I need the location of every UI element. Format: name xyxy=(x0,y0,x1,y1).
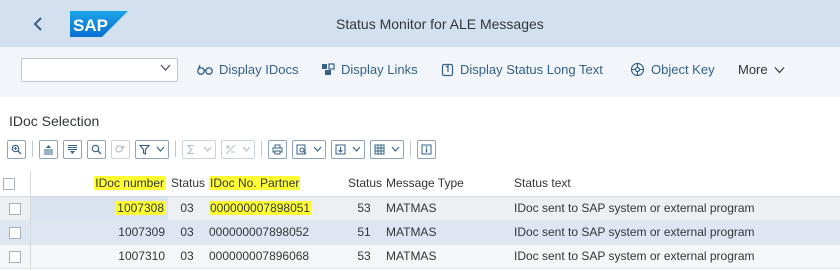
idoc-number-cell[interactable]: 1007309 xyxy=(30,220,168,244)
page-title: Status Monitor for ALE Messages xyxy=(336,16,544,32)
more-button[interactable]: More xyxy=(738,62,785,77)
long-text-icon xyxy=(441,63,454,76)
variant-select[interactable] xyxy=(21,58,178,82)
row-checkbox[interactable] xyxy=(8,202,21,215)
status-cell[interactable]: 03 xyxy=(168,220,206,244)
idoc-number-cell[interactable]: 1007310 xyxy=(30,244,168,268)
separator xyxy=(410,141,411,157)
filter-icon[interactable] xyxy=(135,139,169,159)
find-icon[interactable] xyxy=(87,139,106,159)
status-text-cell[interactable]: IDoc sent to SAP system or external prog… xyxy=(511,196,840,220)
chevron-down-icon xyxy=(313,146,322,152)
column-header-idoc-no-partner[interactable]: IDoc No. Partner xyxy=(206,171,345,197)
chevron-down-icon xyxy=(160,62,171,76)
shell-header: SAP Status Monitor for ALE Messages xyxy=(0,0,840,47)
table-row[interactable]: 1007308 03 000000007898051 53 MATMAS IDo… xyxy=(0,196,840,220)
column-header-partner-status[interactable]: Status xyxy=(345,171,383,197)
separator xyxy=(175,141,176,157)
table-row[interactable]: 1007309 03 000000007898052 51 MATMAS IDo… xyxy=(0,220,840,244)
message-type-cell[interactable]: MATMAS xyxy=(383,244,511,268)
chevron-down-icon xyxy=(391,146,400,152)
layout-icon[interactable] xyxy=(370,139,404,159)
partner-status-cell[interactable]: 53 xyxy=(345,196,383,220)
idoc-no-partner-cell[interactable]: 000000007896068 xyxy=(206,244,345,268)
row-select-cell[interactable] xyxy=(0,196,31,220)
column-header-status[interactable]: Status xyxy=(168,171,206,197)
section-title: IDoc Selection xyxy=(9,113,100,129)
links-icon xyxy=(322,63,335,75)
object-key-button[interactable]: Object Key xyxy=(630,62,715,77)
display-links-button[interactable]: Display Links xyxy=(321,62,418,77)
app-toolbar: Display IDocs Display Links Display Stat… xyxy=(0,47,840,97)
separator xyxy=(32,141,33,157)
row-checkbox[interactable] xyxy=(8,226,21,239)
print-icon[interactable] xyxy=(268,139,287,159)
chevron-down-icon xyxy=(774,66,785,73)
sum-icon[interactable] xyxy=(182,139,216,159)
glasses-icon xyxy=(197,64,213,75)
display-status-long-text-button[interactable]: Display Status Long Text xyxy=(441,62,603,77)
column-header-message-type[interactable]: Message Type xyxy=(383,171,511,197)
subtotal-icon[interactable] xyxy=(221,139,255,159)
chevron-down-icon xyxy=(156,146,165,152)
table-header-row: IDoc number Status IDoc No. Partner Stat… xyxy=(0,171,840,197)
details-icon[interactable] xyxy=(7,139,26,159)
column-header-idoc-number[interactable]: IDoc number xyxy=(30,171,168,197)
sort-ascending-icon[interactable] xyxy=(39,139,58,159)
idoc-no-partner-cell[interactable]: 000000007898052 xyxy=(206,220,345,244)
select-all-checkbox[interactable] xyxy=(3,178,15,191)
partner-status-cell[interactable]: 51 xyxy=(345,220,383,244)
separator xyxy=(261,141,262,157)
grid-toolbar xyxy=(7,138,441,160)
status-text-cell[interactable]: IDoc sent to SAP system or external prog… xyxy=(511,244,840,268)
information-icon[interactable] xyxy=(417,139,436,159)
table-row[interactable]: 1007310 03 000000007896068 53 MATMAS IDo… xyxy=(0,244,840,268)
partner-status-cell[interactable]: 53 xyxy=(345,244,383,268)
display-idocs-button[interactable]: Display IDocs xyxy=(197,62,298,77)
select-all-checkbox-cell[interactable] xyxy=(0,171,31,197)
idoc-number-cell[interactable]: 1007308 xyxy=(30,196,168,220)
status-cell[interactable]: 03 xyxy=(168,196,206,220)
object-key-icon xyxy=(630,62,645,77)
status-text-cell[interactable]: IDoc sent to SAP system or external prog… xyxy=(511,220,840,244)
more-label: More xyxy=(738,62,768,77)
idoc-no-partner-cell[interactable]: 000000007898051 xyxy=(206,196,345,220)
chevron-down-icon xyxy=(352,146,361,152)
print-preview-icon[interactable] xyxy=(292,139,326,159)
row-select-cell[interactable] xyxy=(0,244,31,268)
idoc-table: IDoc number Status IDoc No. Partner Stat… xyxy=(0,171,840,269)
export-icon[interactable] xyxy=(331,139,365,159)
message-type-cell[interactable]: MATMAS xyxy=(383,196,511,220)
display-idocs-label: Display IDocs xyxy=(219,62,299,77)
display-links-label: Display Links xyxy=(341,62,418,77)
row-checkbox[interactable] xyxy=(8,250,21,263)
find-next-icon[interactable] xyxy=(111,139,130,159)
object-key-label: Object Key xyxy=(651,62,715,77)
column-header-status-text[interactable]: Status text xyxy=(511,171,840,197)
sort-descending-icon[interactable] xyxy=(63,139,82,159)
message-type-cell[interactable]: MATMAS xyxy=(383,220,511,244)
row-select-cell[interactable] xyxy=(0,220,31,244)
display-status-long-text-label: Display Status Long Text xyxy=(460,62,603,77)
status-cell[interactable]: 03 xyxy=(168,244,206,268)
